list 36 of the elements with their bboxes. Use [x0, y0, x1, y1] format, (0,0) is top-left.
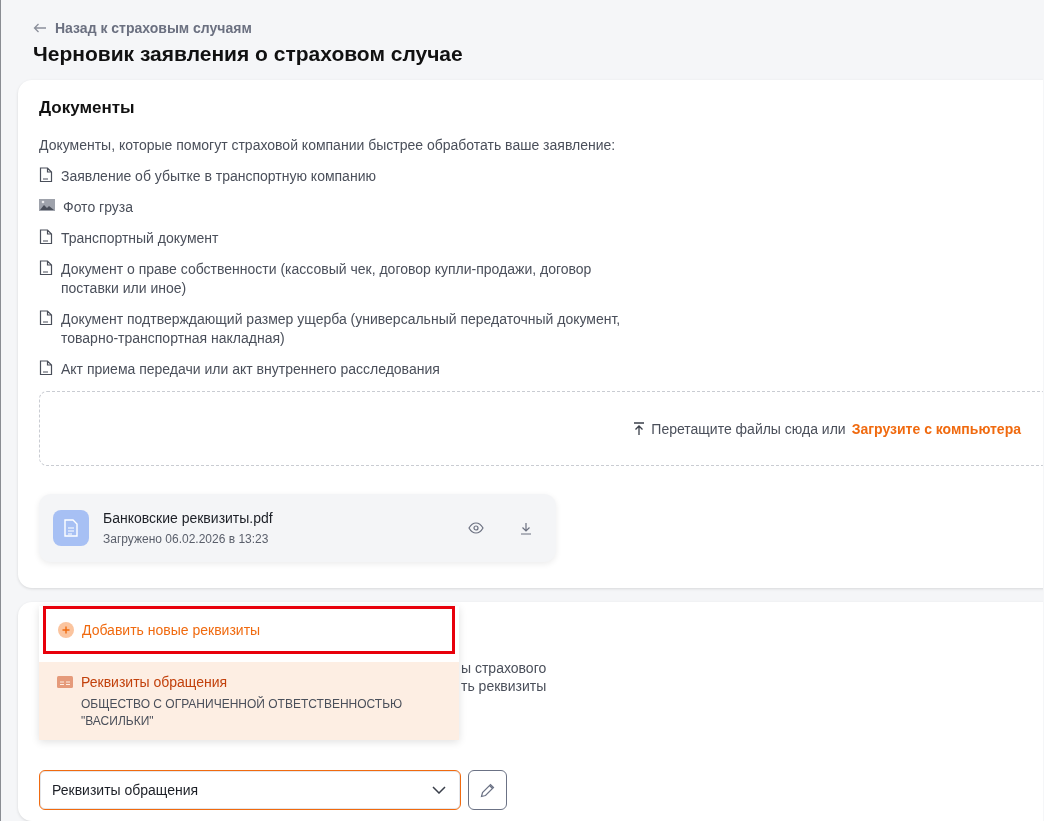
chevron-icon: [432, 786, 446, 794]
file-name: Банковские реквизиты.pdf: [103, 510, 274, 526]
covered-text: ы страхового: [461, 659, 547, 677]
document-label: Заявление об убытке в транспортную компанию: [61, 167, 376, 186]
page-title: Черновик заявления о страховом случае: [33, 42, 464, 66]
card-icon: [57, 676, 73, 688]
option-subtitle: ОБЩЕСТВО С ОГРАНИЧЕННОЙ ОТВЕТСТВЕННОСТЬЮ "ВАСИЛЬКИ": [81, 696, 404, 730]
file-upload-date: Загружено 06.02.2026 в 13:23: [103, 532, 270, 546]
section-heading: Документы: [39, 98, 136, 118]
download-icon[interactable]: [520, 521, 532, 535]
option-title: Реквизиты обращения: [81, 674, 229, 690]
document-label: Документ подтверждающий размер ущерба (универсальный передаточный документ, товарно-транспортная накладная): [61, 310, 621, 348]
image-icon: [39, 198, 55, 212]
document-icon: [39, 260, 53, 276]
pencil-icon: [480, 782, 495, 798]
document-icon: [39, 310, 53, 326]
document-label: Транспортный документ: [61, 229, 219, 248]
document-icon: [39, 229, 53, 245]
requisites-select[interactable]: Реквизиты обращения: [39, 770, 461, 810]
document-icon: [39, 360, 53, 376]
upload-icon: [633, 422, 646, 435]
documents-intro: Документы, которые помогут страховой компании быстрее обработать ваше заявление:: [39, 136, 617, 155]
view-icon[interactable]: [468, 522, 484, 534]
requisites-option[interactable]: Реквизиты обращения ОБЩЕСТВО С ОГРАНИЧЕННОЙ ОТВЕТСТВЕННОСТЬЮ "ВАСИЛЬКИ": [39, 662, 459, 740]
document-icon: [39, 167, 53, 183]
back-arrow-icon: [33, 23, 47, 33]
edit-button[interactable]: [468, 770, 507, 810]
dropzone-prompt: Перетащите файлы сюда или: [651, 420, 846, 437]
document-label: Фото груза: [63, 198, 133, 217]
covered-text: ть реквизиты: [461, 677, 547, 695]
file-icon: [53, 510, 89, 546]
file-dropzone[interactable]: Перетащите файлы сюда или Загрузите с компьютера: [39, 391, 1043, 466]
document-label: Документ о праве собственности (кассовый чек, договор купли-продажи, договор поставки или иное): [61, 260, 593, 298]
document-label: Акт приема передачи или акт внутреннего расследования: [61, 360, 440, 379]
plus-icon: [58, 622, 74, 638]
back-link[interactable]: Назад к страховым случаям: [33, 20, 252, 36]
